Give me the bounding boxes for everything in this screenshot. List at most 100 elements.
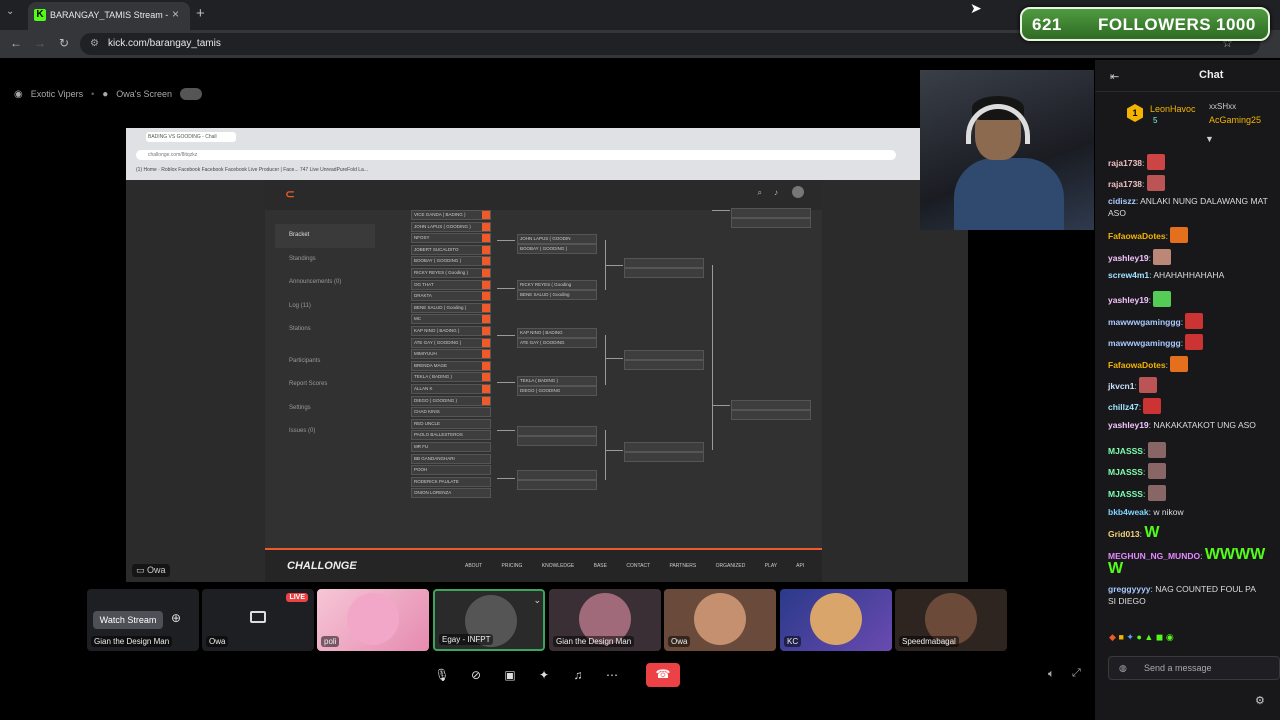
volume-icon[interactable]: 🔈︎ xyxy=(1048,668,1055,681)
bracket-slot: BENE SALUD ( Gooding ) xyxy=(411,302,491,313)
challonge-sidebar-item: Standings xyxy=(289,255,316,262)
popout-icon[interactable]: ⊕ xyxy=(171,611,181,625)
collapse-chat-icon[interactable]: ⇤ xyxy=(1110,70,1119,83)
bracket-line xyxy=(497,240,515,241)
chat-username[interactable]: yashley19 xyxy=(1108,420,1149,430)
chat-settings-gear-icon[interactable]: ⚙ xyxy=(1255,694,1265,707)
bracket-line xyxy=(605,430,606,480)
shared-screen[interactable]: BADING VS GOODING - Chall challonge.com/… xyxy=(126,128,968,582)
bracket-player: KAP NINO ( BADING xyxy=(520,330,563,335)
chat-input[interactable]: ◍ Send a message xyxy=(1108,656,1280,680)
forward-icon[interactable]: → xyxy=(34,36,46,50)
tab-search-chevron-icon[interactable]: ⌄ xyxy=(6,6,14,17)
bracket-slot: POOH xyxy=(411,465,491,476)
activity-icon[interactable]: ✦ xyxy=(530,664,558,686)
new-tab-icon[interactable]: + xyxy=(196,5,205,22)
chat-username[interactable]: yashley19 xyxy=(1108,295,1149,305)
chat-username[interactable]: MJASSS xyxy=(1108,467,1143,477)
chat-placeholder: Send a message xyxy=(1144,663,1212,673)
bracket-line xyxy=(712,210,730,211)
screen-owner-name: Owa xyxy=(147,565,166,575)
bracket-line xyxy=(497,478,515,479)
participant-tile-5[interactable]: Owa xyxy=(664,589,776,651)
chat-colon: : xyxy=(1142,467,1148,477)
emote-icon[interactable]: ● xyxy=(1136,632,1141,642)
participant-avatar xyxy=(694,593,746,645)
participant-tile-3[interactable]: ⌄ Egay - INFPT xyxy=(433,589,545,651)
watch-stream-button[interactable]: Watch Stream xyxy=(93,611,163,629)
share-screen-icon[interactable]: ▣ xyxy=(496,664,524,686)
chat-username[interactable]: bkb4weak xyxy=(1108,507,1149,517)
bracket-slot xyxy=(517,480,597,490)
chat-message: yashley19: xyxy=(1108,249,1172,265)
chat-username[interactable]: chillz47 xyxy=(1108,402,1139,412)
third-gifter-name[interactable]: AcGaming25 xyxy=(1209,115,1261,125)
chat-username[interactable]: Grid013 xyxy=(1108,529,1140,539)
bracket-player: BOOBAY ( GOODING ) xyxy=(520,246,568,251)
top-gifter-count: 5 xyxy=(1153,116,1158,125)
bracket-line xyxy=(605,335,606,385)
challonge-sidebar-item: Settings xyxy=(289,404,311,411)
user-badge-icon: ◍ xyxy=(1119,663,1127,673)
soundboard-icon[interactable]: ♫ xyxy=(564,664,592,686)
participant-tile-0[interactable]: Watch Stream ⊕ Gian the Design Man xyxy=(87,589,199,651)
microphone-icon[interactable]: 🎙︎ xyxy=(428,664,456,686)
chat-username[interactable]: MJASSS xyxy=(1108,446,1143,456)
bracket-slot: MIMIYUUH xyxy=(411,349,491,360)
fullscreen-icon[interactable]: ⤢ xyxy=(1072,667,1081,680)
chat-username[interactable]: FafaowaDotes xyxy=(1108,231,1166,241)
bracket-player: BENE SALUD ( Gooding ) xyxy=(414,304,467,310)
chat-username[interactable]: screw4m1 xyxy=(1108,270,1149,280)
second-gifter-name[interactable]: xxSHxx xyxy=(1209,102,1236,111)
chat-username[interactable]: raja1738 xyxy=(1108,179,1142,189)
chat-username[interactable]: mawwwgaminggg xyxy=(1108,338,1181,348)
chat-emote-icon xyxy=(1143,398,1162,414)
chat-username[interactable]: jkvcn1 xyxy=(1108,381,1134,391)
chat-message: Grid013: W xyxy=(1108,525,1160,541)
browser-tab[interactable]: K BARANGAY_TAMIS Stream - W... × xyxy=(28,2,190,30)
chat-message: yashley19: xyxy=(1108,291,1172,307)
emote-icon[interactable]: ◼ xyxy=(1156,632,1163,642)
emote-icon[interactable]: ◉ xyxy=(1166,632,1174,642)
chat-message: mawwwgaminggg: xyxy=(1108,334,1204,350)
back-icon[interactable]: ← xyxy=(10,36,22,50)
chat-username[interactable]: cidiszz xyxy=(1108,196,1136,206)
chat-emote-icon xyxy=(1185,334,1204,350)
viewers-avatars-icon xyxy=(180,88,203,100)
emote-icon[interactable]: ▲ xyxy=(1144,632,1153,642)
chat-username[interactable]: mawwwgaminggg xyxy=(1108,317,1181,327)
chat-username[interactable]: yashley19 xyxy=(1108,253,1149,263)
chat-username[interactable]: greggyyyy xyxy=(1108,584,1151,594)
reload-icon[interactable]: ↻ xyxy=(59,36,69,50)
bracket-slot: ATE GAY ( GOODING xyxy=(517,338,597,348)
followers-label: FOLLOWERS xyxy=(1098,15,1212,34)
bracket-slot: RODERICK PAULATE xyxy=(411,476,491,487)
chat-username[interactable]: FafaowaDotes xyxy=(1108,360,1166,370)
followers-goal-overlay: 621 FOLLOWERS 1000 xyxy=(1020,7,1270,41)
participant-tile-6[interactable]: KC xyxy=(780,589,892,651)
camera-off-icon[interactable]: ⊘ xyxy=(462,664,490,686)
emote-icon[interactable]: ◆ xyxy=(1109,632,1116,642)
participant-tile-7[interactable]: Speedmabagal xyxy=(895,589,1007,651)
participant-tile-4[interactable]: Gian the Design Man xyxy=(549,589,661,651)
site-info-icon[interactable]: ⚙ xyxy=(90,38,99,49)
participant-tile-2[interactable]: poli xyxy=(317,589,429,651)
chat-username[interactable]: raja1738 xyxy=(1108,158,1142,168)
more-icon[interactable]: ⋯ xyxy=(598,664,626,686)
chat-emote-icon xyxy=(1147,442,1166,458)
emote-icon[interactable]: ✦ xyxy=(1126,632,1134,642)
top-gifter-name[interactable]: LeonHavoc xyxy=(1150,104,1196,114)
participant-tile-1[interactable]: LIVE Owa xyxy=(202,589,314,651)
challonge-header: ⊂ ⌕ ♪ xyxy=(265,180,822,210)
leave-call-button[interactable]: ☎ xyxy=(646,663,680,687)
score-box xyxy=(482,327,490,335)
bracket-slot: BOOBAY ( GOODING ) xyxy=(411,256,491,267)
chat-username[interactable]: MJASSS xyxy=(1108,489,1143,499)
bracket-slot: CHAD KINIS xyxy=(411,407,491,418)
expand-gifters-icon[interactable]: ▼ xyxy=(1205,134,1214,144)
emote-icon[interactable]: ■ xyxy=(1118,632,1123,642)
close-tab-icon[interactable]: × xyxy=(172,7,179,21)
tile-menu-chevron-icon[interactable]: ⌄ xyxy=(533,595,541,606)
participant-name: Egay - INFPT xyxy=(439,634,494,645)
bracket-slot xyxy=(731,218,811,228)
